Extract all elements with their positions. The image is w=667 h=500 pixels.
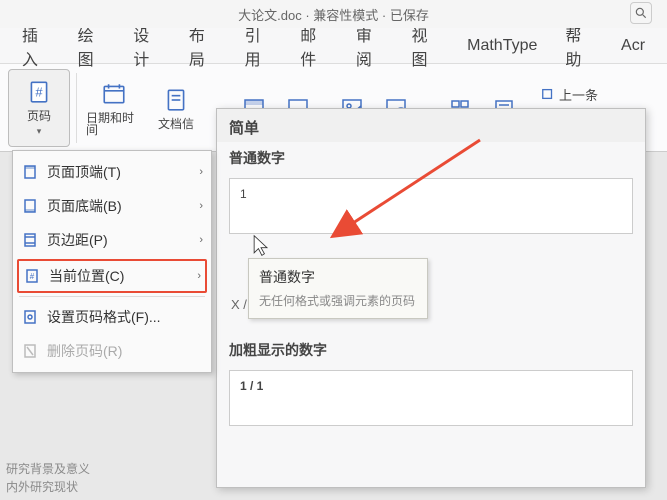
page-number-icon: # [25,78,53,106]
tab-design[interactable]: 设计 [119,28,175,64]
gallery-section-simple: 简单 [217,109,645,142]
tooltip-description: 无任何格式或强调元素的页码 [259,293,417,310]
page-number-label: 页码 [27,110,51,122]
page-margin-icon [21,231,39,249]
tab-help[interactable]: 帮助 [551,28,607,64]
current-position-icon: # [23,267,41,285]
tab-draw[interactable]: 绘图 [64,28,120,64]
tab-view[interactable]: 视图 [397,28,453,64]
tab-review[interactable]: 审阅 [342,28,398,64]
preview-text: 1 / 1 [240,379,263,393]
tab-mathtype[interactable]: MathType [453,28,551,64]
date-time-button[interactable]: 日期和时间 [83,69,145,147]
menu-item-bottom-of-page[interactable]: 页面底端(B) › [13,189,211,223]
tooltip-title: 普通数字 [259,267,417,287]
gallery-item-plain-number[interactable]: 1 [229,178,633,234]
document-info-button[interactable]: 文档信 [145,69,207,147]
tooltip: X / 普通数字 无任何格式或强调元素的页码 [248,258,428,319]
gallery-heading-bold-number: 加粗显示的数字 [217,334,645,364]
separator [76,73,77,143]
preview-text: 1 [240,187,247,201]
search-icon [634,6,648,20]
svg-text:#: # [35,84,43,99]
mouse-cursor-icon [252,234,270,263]
menu-item-top-of-page[interactable]: 页面顶端(T) › [13,155,211,189]
remove-icon [21,342,39,360]
tab-insert[interactable]: 插入 [8,28,64,64]
page-bottom-icon [21,197,39,215]
body-line: 内外研究现状 [6,478,90,496]
chevron-right-icon: › [199,200,203,212]
body-line: 研究背景及意义 [6,460,90,478]
dropdown-caret: ▾ [37,126,42,137]
date-time-icon [100,80,128,108]
format-icon [21,308,39,326]
tab-acrobat[interactable]: Acr [607,28,659,64]
previous-icon [541,87,555,101]
ribbon-tabs: 插入 绘图 设计 布局 引用 邮件 审阅 视图 MathType 帮助 Acr [0,28,667,64]
date-time-label: 日期和时间 [86,112,142,136]
document-info-icon [162,86,190,114]
previous-label: 上一条 [559,85,598,104]
gallery-heading-plain-number: 普通数字 [217,142,645,172]
menu-item-format-page-numbers[interactable]: 设置页码格式(F)... [13,300,211,334]
document-info-label: 文档信 [158,118,194,130]
menu-item-current-position[interactable]: # 当前位置(C) › [17,259,207,293]
tab-mailings[interactable]: 邮件 [286,28,342,64]
menu-item-page-margins[interactable]: 页边距(P) › [13,223,211,257]
gallery-item-bold-number[interactable]: 1 / 1 [229,370,633,426]
page-top-icon [21,163,39,181]
chevron-right-icon: › [199,166,203,178]
tab-layout[interactable]: 布局 [175,28,231,64]
document-title: 大论文.doc · 兼容性模式 · 已保存 [238,5,429,24]
page-number-menu: 页面顶端(T) › 页面底端(B) › 页边距(P) › # 当前位置(C) ›… [12,150,212,373]
menu-separator [19,296,205,297]
chevron-right-icon: › [199,234,203,246]
document-body-text: 研究背景及意义 内外研究现状 [6,460,90,496]
svg-text:#: # [30,272,35,281]
menu-item-remove-page-numbers: 删除页码(R) [13,334,211,368]
tooltip-prefix: X / [231,297,247,312]
previous-button[interactable]: 上一条 [537,83,602,106]
tab-references[interactable]: 引用 [231,28,287,64]
page-number-button[interactable]: # 页码 ▾ [8,69,70,147]
chevron-right-icon: › [197,270,201,282]
search-button[interactable] [630,2,652,24]
title-bar: 大论文.doc · 兼容性模式 · 已保存 [0,0,667,28]
